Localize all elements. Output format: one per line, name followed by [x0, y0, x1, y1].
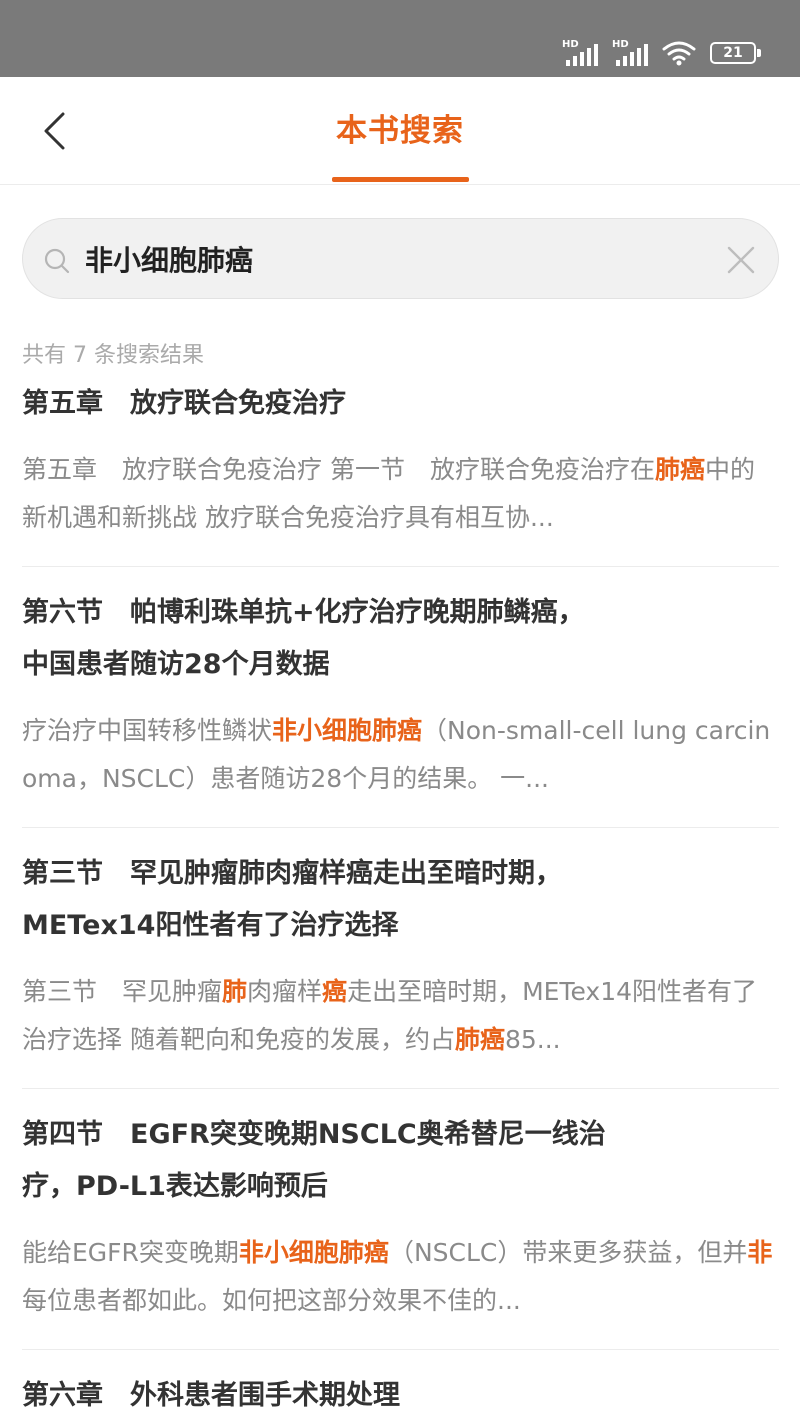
result-snippet: 疗治疗中国转移性鳞状非小细胞肺癌（Non-small-cell lung car…	[22, 707, 779, 803]
result-title: 第六章 外科患者围手术期处理	[22, 1380, 400, 1411]
result-snippet: 能给EGFR突变晚期非小细胞肺癌（NSCLC）带来更多获益，但并非每位患者都如此…	[22, 1229, 779, 1325]
status-icons: HD HD 21	[562, 36, 761, 66]
search-input[interactable]	[85, 233, 705, 285]
highlight-text: 肺	[222, 977, 248, 1006]
result-item[interactable]: 第四节 EGFR突变晚期NSCLC奥希替尼一线治 疗，PD-L1表达影响预后能给…	[22, 1109, 779, 1350]
search-box[interactable]	[22, 218, 779, 299]
result-item[interactable]: 第三节 罕见肿瘤肺肉瘤样癌走出至暗时期， METex14阳性者有了治疗选择第三节…	[22, 848, 779, 1089]
signal-icon: HD	[562, 40, 598, 66]
result-snippet: 第三节 罕见肿瘤肺肉瘤样癌走出至暗时期，METex14阳性者有了治疗选择 随着靶…	[22, 968, 779, 1064]
snippet-text: 每位患者都如此。如何把这部分效果不佳的...	[22, 1286, 521, 1315]
snippet-text: （NSCLC）带来更多获益，但并	[388, 1238, 748, 1267]
result-title: 第五章 放疗联合免疫治疗	[22, 388, 346, 419]
snippet-text: 肉瘤样	[247, 977, 323, 1006]
status-bar: HD HD 21	[0, 0, 800, 77]
highlight-text: 非	[747, 1238, 773, 1267]
snippet-text: 第五章 放疗联合免疫治疗 第一节 放疗联合免疫治疗在	[22, 455, 655, 484]
result-title: 第六节 帕博利珠单抗+化疗治疗晚期肺鳞癌， 中国患者随访28个月数据	[22, 597, 585, 680]
result-title: 第三节 罕见肿瘤肺肉瘤样癌走出至暗时期， METex14阳性者有了治疗选择	[22, 858, 562, 941]
page-title: 本书搜索	[336, 113, 464, 149]
snippet-text: 疗治疗中国转移性鳞状	[22, 716, 273, 745]
tab-underline	[332, 177, 469, 182]
snippet-text: 85...	[504, 1025, 561, 1054]
battery-level: 21	[723, 45, 743, 61]
highlight-text: 癌	[322, 977, 348, 1006]
snippet-text: 第三节 罕见肿瘤	[22, 977, 223, 1006]
search-icon	[44, 248, 70, 274]
signal-icon: HD	[612, 40, 648, 66]
result-item[interactable]: 第五章 放疗联合免疫治疗第五章 放疗联合免疫治疗 第一节 放疗联合免疫治疗在肺癌…	[22, 378, 779, 567]
highlight-text: 非小细胞肺癌	[238, 1238, 389, 1267]
result-item[interactable]: 第六章 外科患者围手术期处理	[22, 1370, 779, 1422]
snippet-text: 能给EGFR突变晚期	[22, 1238, 239, 1267]
result-snippet: 第五章 放疗联合免疫治疗 第一节 放疗联合免疫治疗在肺癌中的新机遇和新挑战 放疗…	[22, 446, 779, 542]
result-list: 第五章 放疗联合免疫治疗 第五章 放疗联合免疫治疗 第一节 放疗联合免疫治疗在肺癌…	[22, 378, 779, 1422]
header: 本书搜索	[0, 77, 800, 185]
highlight-text: 肺癌	[454, 1025, 505, 1054]
highlight-text: 非小细胞肺癌	[272, 716, 423, 745]
highlight-text: 肺癌	[654, 455, 705, 484]
battery-icon: 21	[710, 42, 761, 64]
wifi-icon	[662, 41, 696, 66]
clear-icon[interactable]	[726, 245, 756, 275]
result-title: 第四节 EGFR突变晚期NSCLC奥希替尼一线治 疗，PD-L1表达影响预后	[22, 1119, 606, 1202]
result-item[interactable]: 第六节 帕博利珠单抗+化疗治疗晚期肺鳞癌， 中国患者随访28个月数据疗治疗中国转…	[22, 587, 779, 828]
result-count: 共有 7 条搜索结果	[22, 343, 204, 368]
